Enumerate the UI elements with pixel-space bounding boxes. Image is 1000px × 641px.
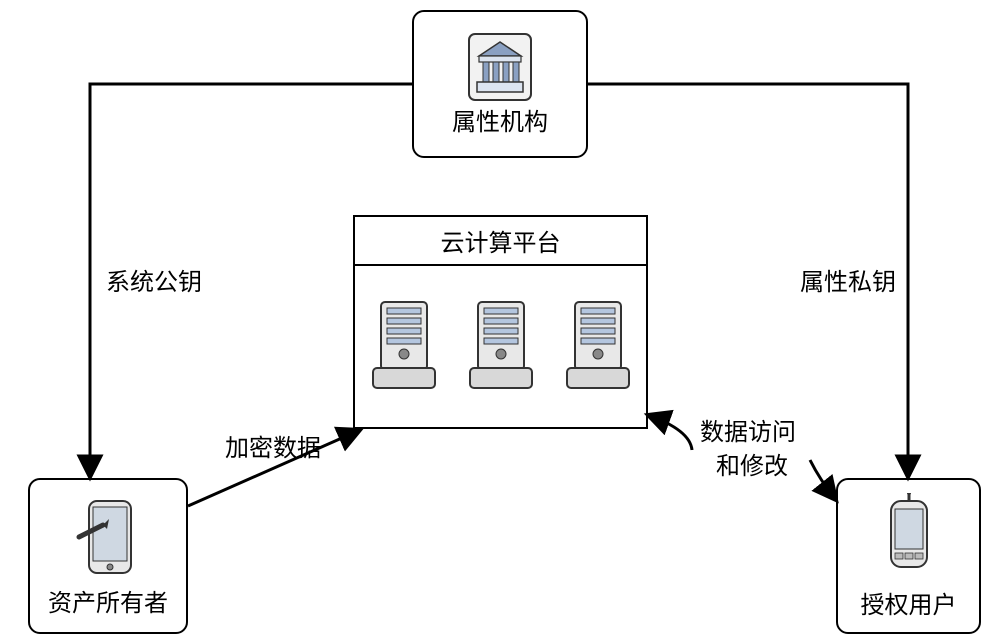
server-icon xyxy=(369,296,439,396)
edge-label-data-access-l1: 数据访问 xyxy=(700,412,796,447)
server-icon xyxy=(563,296,633,396)
server-icon xyxy=(466,296,536,396)
node-authority: 属性机构 xyxy=(412,10,588,158)
arrow-user-side xyxy=(810,460,836,500)
phone-icon xyxy=(879,493,939,585)
edge-label-system-pubkey: 系统公钥 xyxy=(106,262,202,297)
arrow-cloud-side xyxy=(648,415,692,450)
node-owner: 资产所有者 xyxy=(28,478,188,634)
edge-label-data-access-l2: 和修改 xyxy=(716,446,788,481)
node-cloud-label: 云计算平台 xyxy=(355,217,646,266)
node-user: 授权用户 xyxy=(836,478,981,634)
node-cloud: 云计算平台 xyxy=(353,215,648,429)
tablet-pen-icon xyxy=(73,495,143,583)
edge-label-attribute-privkey: 属性私钥 xyxy=(800,262,896,297)
node-authority-label: 属性机构 xyxy=(452,102,548,137)
courthouse-icon xyxy=(467,32,533,102)
cloud-servers-row xyxy=(355,266,646,426)
node-user-label: 授权用户 xyxy=(861,585,957,620)
node-owner-label: 资产所有者 xyxy=(48,583,168,618)
edge-label-encrypted-data: 加密数据 xyxy=(225,428,321,463)
